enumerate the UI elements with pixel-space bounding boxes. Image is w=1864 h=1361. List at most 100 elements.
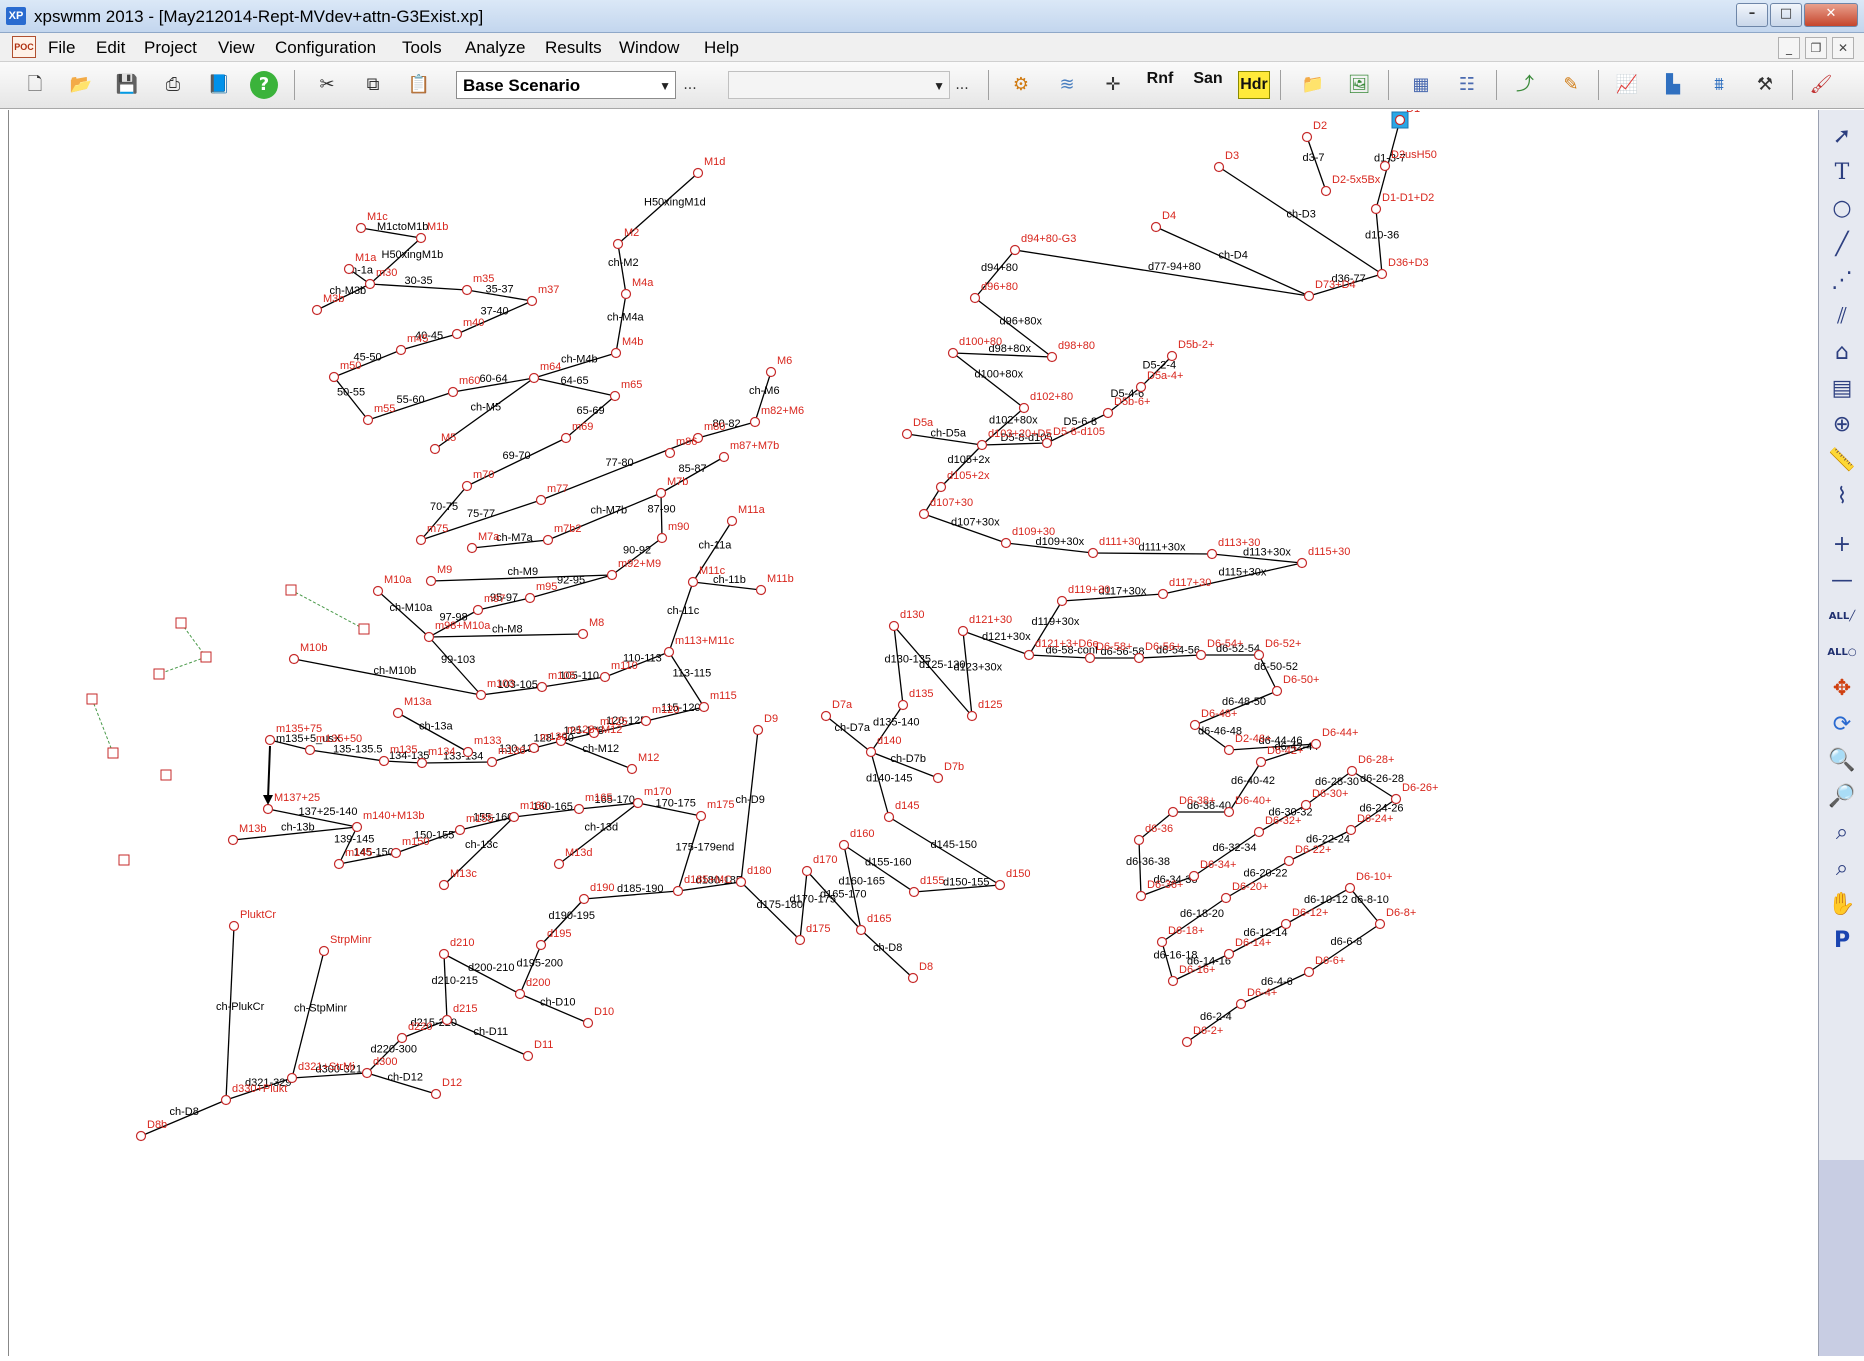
network-node[interactable] (1376, 268, 1388, 280)
network-node[interactable] (328, 371, 340, 383)
document-icon[interactable]: POC (12, 36, 36, 58)
node-tool-icon[interactable]: ○ (1827, 194, 1857, 224)
network-node[interactable] (976, 439, 988, 451)
node-label[interactable]: d119+30 (1068, 584, 1110, 596)
node-label[interactable]: d190 (590, 882, 614, 894)
node-label[interactable]: d170 (813, 854, 837, 866)
copy-icon[interactable]: ⧉ (358, 70, 388, 100)
node-label[interactable]: m103 (487, 678, 515, 690)
network-node[interactable] (897, 699, 909, 711)
network-node[interactable] (820, 710, 832, 722)
node-label[interactable]: D6-48+ (1201, 708, 1237, 720)
node-label[interactable]: D7b (944, 761, 964, 773)
network-node[interactable] (687, 576, 699, 588)
link-label[interactable]: ch-D5a (931, 428, 967, 440)
node-label[interactable]: m140+M13b (363, 810, 424, 822)
scenario-select[interactable]: Base Scenario ▼ (456, 71, 676, 99)
ruler-icon[interactable]: 📏 (1827, 446, 1857, 476)
network-node[interactable] (698, 701, 710, 713)
node-label[interactable]: D6-34+ (1200, 859, 1236, 871)
network-node[interactable] (883, 811, 895, 823)
network-node[interactable] (1189, 719, 1201, 731)
network-node[interactable] (664, 447, 676, 459)
node-label[interactable]: M13a (404, 696, 432, 708)
network-node[interactable] (1056, 595, 1068, 607)
network-node[interactable] (1255, 756, 1267, 768)
link-label[interactable]: H50xingM1b (382, 249, 444, 261)
network-node[interactable] (1023, 649, 1035, 661)
print-icon[interactable]: ⎙ (158, 70, 188, 100)
link-line[interactable] (870, 751, 890, 818)
node-label[interactable]: M10a (384, 574, 412, 586)
node-label[interactable]: d195 (547, 928, 571, 940)
wrench-gear-icon[interactable]: ⚙ (1006, 70, 1036, 100)
node-label[interactable]: M13c (450, 868, 477, 880)
node-label[interactable]: m120 (652, 704, 680, 716)
unconnected-node[interactable] (153, 668, 165, 680)
network-node[interactable] (390, 847, 402, 859)
all-nodes-icon[interactable]: ALL○ (1827, 638, 1857, 668)
network-node[interactable] (901, 428, 913, 440)
link-label[interactable]: 99-103 (441, 654, 475, 666)
node-label[interactable]: m134 (428, 746, 456, 758)
network-node[interactable] (318, 945, 330, 957)
network-node[interactable] (1166, 350, 1178, 362)
node-label[interactable]: d105+2x (947, 470, 990, 482)
network-node[interactable] (425, 575, 437, 587)
node-label[interactable]: d121+3+D6e (1035, 638, 1099, 650)
network-node[interactable] (351, 821, 363, 833)
link-label[interactable]: 64-65 (561, 375, 589, 387)
link-label[interactable]: d195-200 (517, 958, 564, 970)
network-canvas[interactable]: d1-3-7 d3-7 ch-D3 d10-36 d36-77 ch-D4 d77-94+8… (8, 103, 1817, 1356)
statistics-icon[interactable]: ⩩ (1704, 70, 1734, 100)
line-graph-icon[interactable]: 📈 (1612, 70, 1642, 100)
node-label[interactable]: m64 (540, 361, 561, 373)
node-label[interactable]: d117+30 (1169, 577, 1211, 589)
node-label[interactable]: D6-10+ (1356, 871, 1392, 883)
node-label[interactable]: m105 (548, 670, 576, 682)
network-node[interactable] (726, 515, 738, 527)
link-label[interactable]: d6-48-50 (1222, 696, 1266, 708)
node-label[interactable]: d94+80-G3 (1021, 233, 1076, 245)
node-label[interactable]: m145 (345, 847, 373, 859)
node-label[interactable]: D7a (832, 699, 853, 711)
link-label[interactable]: d105+2x (948, 454, 991, 466)
target-tool-icon[interactable]: ⊕ (1827, 410, 1857, 440)
text-tool-icon[interactable]: T (1827, 158, 1857, 188)
node-label[interactable]: D6-24+ (1357, 813, 1393, 825)
node-label[interactable]: M11a (738, 504, 766, 516)
link-label[interactable]: d100+80x (975, 369, 1024, 381)
node-label[interactable]: d6-36 (1145, 823, 1173, 835)
network-node[interactable] (1188, 870, 1200, 882)
network-node[interactable] (656, 532, 668, 544)
network-node[interactable] (466, 542, 478, 554)
node-label[interactable]: d200 (526, 977, 550, 989)
scenario-more-button[interactable]: ... (680, 70, 700, 100)
layers-icon[interactable]: ≋ (1052, 70, 1082, 100)
node-label[interactable]: d98+80 (1058, 340, 1095, 352)
link-label[interactable]: d3-7 (1303, 152, 1325, 164)
network-node[interactable] (1296, 557, 1308, 569)
link-label[interactable]: ch-D8 (170, 1106, 199, 1118)
link-label[interactable]: 70-75 (430, 501, 458, 513)
multi-link-tool-icon[interactable]: ⫽ (1827, 302, 1857, 332)
network-node[interactable] (461, 480, 473, 492)
node-label[interactable]: M7a (478, 531, 500, 543)
link-label[interactable]: d6-36-38 (1126, 856, 1170, 868)
hydraulic-tool-icon[interactable]: ⚒ (1750, 70, 1780, 100)
node-label[interactable]: m95 (536, 581, 557, 593)
link-line[interactable] (668, 651, 705, 708)
network-node[interactable] (286, 1072, 298, 1084)
runoff-mode-button[interactable]: Rnf (1142, 70, 1178, 100)
node-label[interactable]: d300 (373, 1056, 397, 1068)
link-label[interactable]: 37-40 (481, 306, 509, 318)
network-node[interactable] (1213, 161, 1225, 173)
paste-icon[interactable]: 📋 (404, 70, 434, 100)
menu-tools[interactable]: Tools (402, 38, 442, 58)
link-label[interactable]: d121+30x (982, 631, 1031, 643)
network-node[interactable] (1346, 765, 1358, 777)
node-label[interactable]: m160 (520, 800, 548, 812)
link-line[interactable] (443, 953, 448, 1021)
node-label[interactable]: D5b-2+ (1178, 339, 1214, 351)
link-label[interactable]: d96+80x (1000, 316, 1043, 328)
